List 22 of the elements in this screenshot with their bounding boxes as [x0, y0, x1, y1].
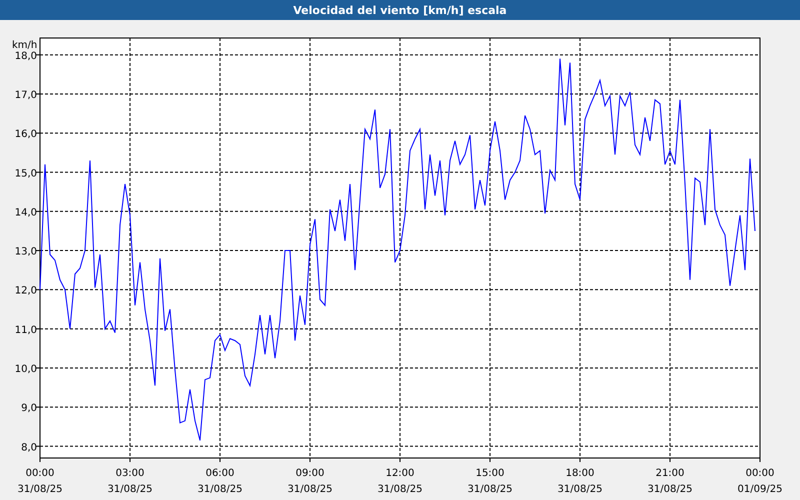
axis-tick-label: 12:00 31/08/25 [378, 468, 422, 495]
axis-tick-label: 14,0 [14, 207, 37, 218]
axis-tick-label: 9,0 [21, 403, 37, 414]
chart-title: Velocidad del viento [km/h] escala [293, 4, 507, 16]
axis-tick-label: 13,0 [14, 246, 37, 258]
axis-tick-label: 00:00 01/09/25 [738, 468, 782, 495]
axis-tick-label: 16,0 [14, 129, 37, 140]
axis-tick-label: 11,0 [14, 324, 37, 336]
axis-tick-label: 03:00 31/08/25 [108, 468, 152, 495]
axis-tick-label: 09:00 31/08/25 [288, 468, 332, 495]
axis-tick-label: 15:00 31/08/25 [468, 468, 512, 495]
axis-tick-label: 17,0 [14, 90, 37, 101]
axis-tick-label: 21:00 31/08/25 [648, 468, 692, 495]
axis-tick-label: 18:00 31/08/25 [558, 468, 602, 495]
axis-tick-label: 12,0 [14, 286, 37, 297]
axis-tick-label: 06:00 31/08/25 [198, 468, 242, 495]
axis-tick-label: 00:00 31/08/25 [18, 468, 62, 495]
axis-tick-label: 18,0 [14, 50, 37, 62]
axis-tick-label: 8,0 [21, 442, 37, 454]
axis-tick-label: 15,0 [14, 168, 37, 180]
axis-tick-label: 10,0 [14, 364, 37, 375]
axis-label: km/h [12, 40, 38, 51]
